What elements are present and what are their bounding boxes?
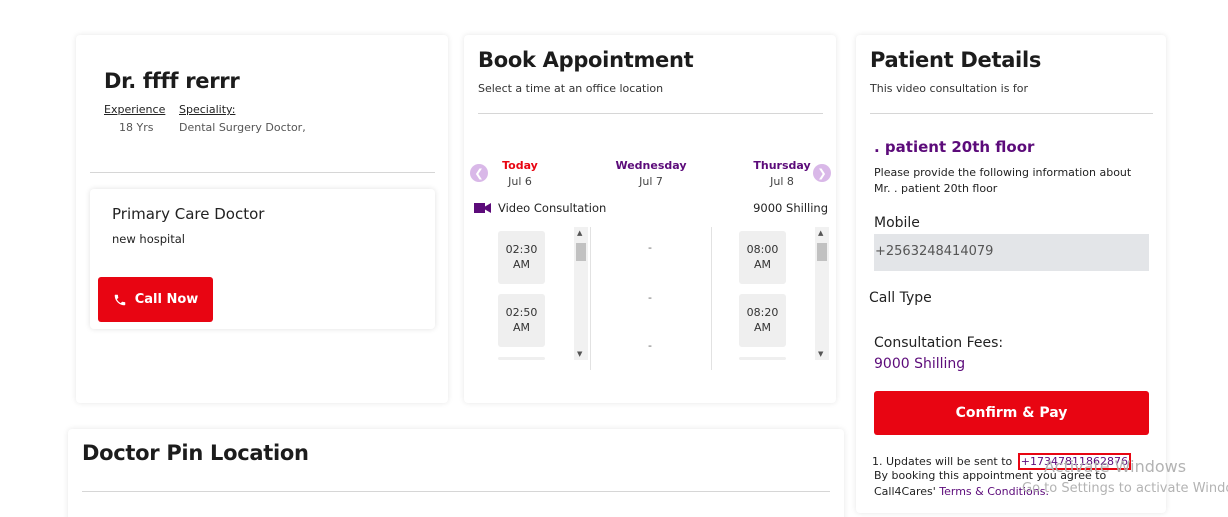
time-slot-partial[interactable]	[739, 357, 786, 360]
book-appointment-card: Book Appointment Select a time at an off…	[464, 35, 836, 403]
day-name: Wednesday	[615, 159, 687, 172]
patient-info-line2: Mr. . patient 20th floor	[874, 182, 998, 195]
pin-location-title: Doctor Pin Location	[82, 441, 309, 465]
primary-care-card: Primary Care Doctor new hospital Call No…	[90, 189, 435, 329]
call-type-label: Call Type	[869, 290, 932, 306]
slots-thursday-scrollbar[interactable]: ▲ ▼	[815, 227, 829, 360]
slot-time: 02:30	[505, 243, 538, 256]
slot-time: 02:50	[505, 306, 538, 319]
scroll-thumb[interactable]	[576, 243, 586, 261]
divider	[870, 113, 1153, 114]
scroll-up-icon[interactable]: ▲	[818, 229, 823, 237]
day-today-label[interactable]: Today	[475, 159, 565, 172]
no-slot-marker: -	[648, 339, 652, 352]
slot-time: 08:00	[746, 243, 779, 256]
slot-period: AM	[512, 258, 530, 271]
day-thursday-date: Jul 8	[770, 175, 794, 188]
phone-icon	[114, 294, 125, 305]
consultation-type: Video Consultation	[498, 201, 607, 215]
no-slot-marker: -	[648, 241, 652, 254]
divider	[478, 113, 823, 114]
experience-value: 18 Yrs	[119, 121, 154, 134]
time-slot[interactable]: 08:00 AM	[739, 231, 786, 284]
divider	[90, 172, 435, 173]
video-camera-icon	[474, 203, 491, 213]
consultation-fees-value: 9000 Shilling	[874, 356, 966, 372]
day-name: Thursday	[753, 159, 811, 172]
mobile-field[interactable]: +2563248414079	[874, 234, 1149, 271]
hospital-name: new hospital	[112, 232, 185, 246]
slot-period: AM	[753, 321, 771, 334]
speciality-value: Dental Surgery Doctor,	[179, 121, 306, 134]
doctor-pin-location-card: Doctor Pin Location	[68, 429, 844, 517]
speciality-label: Speciality:	[179, 103, 236, 116]
confirm-pay-label: Confirm & Pay	[955, 405, 1068, 421]
terms-prefix: Call4Cares'	[874, 485, 936, 498]
call-now-button[interactable]: Call Now	[98, 277, 213, 322]
scroll-down-icon[interactable]: ▼	[577, 350, 582, 358]
scroll-down-icon[interactable]: ▼	[818, 350, 823, 358]
patient-details-card: Patient Details This video consultation …	[856, 35, 1166, 513]
experience-label: Experience	[104, 103, 166, 116]
consultation-fee: 9000 Shilling	[753, 201, 828, 215]
scroll-thumb[interactable]	[817, 243, 827, 261]
divider	[82, 491, 830, 492]
day-wednesday-date: Jul 7	[639, 175, 663, 188]
column-divider	[711, 227, 712, 370]
consultation-fees-label: Consultation Fees:	[874, 335, 1004, 351]
slot-period: AM	[753, 258, 771, 271]
day-name: Today	[502, 159, 538, 172]
day-today-date: Jul 6	[508, 175, 532, 188]
time-slot[interactable]: 02:50 AM	[498, 294, 545, 347]
primary-care-title: Primary Care Doctor	[112, 205, 265, 223]
slots-today-scrollbar[interactable]: ▲ ▼	[574, 227, 588, 360]
patient-details-subtitle: This video consultation is for	[870, 82, 1029, 95]
slot-time: 08:20	[746, 306, 779, 319]
time-slot[interactable]: 02:30 AM	[498, 231, 545, 284]
day-thursday-label[interactable]: Thursday	[737, 159, 827, 172]
time-slot-partial[interactable]	[498, 357, 545, 360]
activate-windows-hint: Go to Settings to activate Windows.	[1022, 481, 1228, 496]
patient-info-line1: Please provide the following information…	[874, 166, 1132, 179]
updates-prefix: 1. Updates will be sent to	[872, 455, 1013, 468]
column-divider	[590, 227, 591, 370]
day-wednesday-label[interactable]: Wednesday	[606, 159, 696, 172]
slot-period: AM	[512, 321, 530, 334]
mobile-label: Mobile	[874, 215, 920, 231]
book-appointment-subtitle: Select a time at an office location	[478, 82, 664, 95]
no-slot-marker: -	[648, 291, 652, 304]
doctor-card: Dr. ffff rerrr Experience 18 Yrs Special…	[76, 35, 448, 403]
patient-name: . patient 20th floor	[874, 138, 1035, 156]
time-slot[interactable]: 08:20 AM	[739, 294, 786, 347]
confirm-pay-button[interactable]: Confirm & Pay	[874, 391, 1149, 435]
call-now-label: Call Now	[134, 292, 199, 307]
doctor-name: Dr. ffff rerrr	[104, 69, 240, 93]
scroll-up-icon[interactable]: ▲	[577, 229, 582, 237]
patient-details-title: Patient Details	[870, 48, 1042, 72]
book-appointment-title: Book Appointment	[478, 48, 694, 72]
activate-windows-watermark: Activate Windows	[1044, 457, 1187, 476]
